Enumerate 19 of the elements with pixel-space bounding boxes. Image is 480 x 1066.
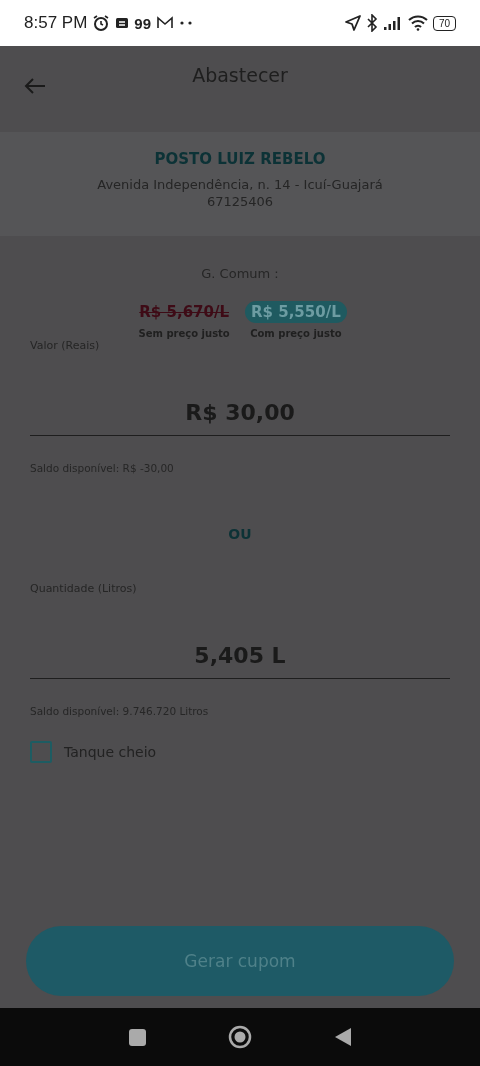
home-icon[interactable]: [227, 1025, 252, 1049]
back-nav-icon[interactable]: [333, 1027, 352, 1047]
checkbox[interactable]: [30, 741, 52, 763]
message-icon: [115, 16, 130, 30]
bluetooth-icon: [365, 14, 378, 32]
alarm-icon: [92, 14, 111, 32]
price-tag[interactable]: R$ 5,670/L: [133, 301, 235, 323]
recents-icon[interactable]: [128, 1028, 146, 1046]
notification-count: 99: [134, 14, 151, 32]
more-icon: [179, 20, 193, 26]
mail-icon: [156, 16, 174, 30]
battery-level: 70: [432, 15, 456, 31]
signal-icon: [382, 16, 403, 30]
or-separator: OU: [228, 526, 252, 542]
location-icon: [344, 15, 361, 31]
wifi-icon: [407, 15, 428, 31]
price-tag[interactable]: R$ 5,550/L: [245, 301, 347, 323]
status-time: 8:57 PM: [24, 13, 88, 33]
station-name: POSTO LUIZ REBELO: [154, 150, 326, 168]
